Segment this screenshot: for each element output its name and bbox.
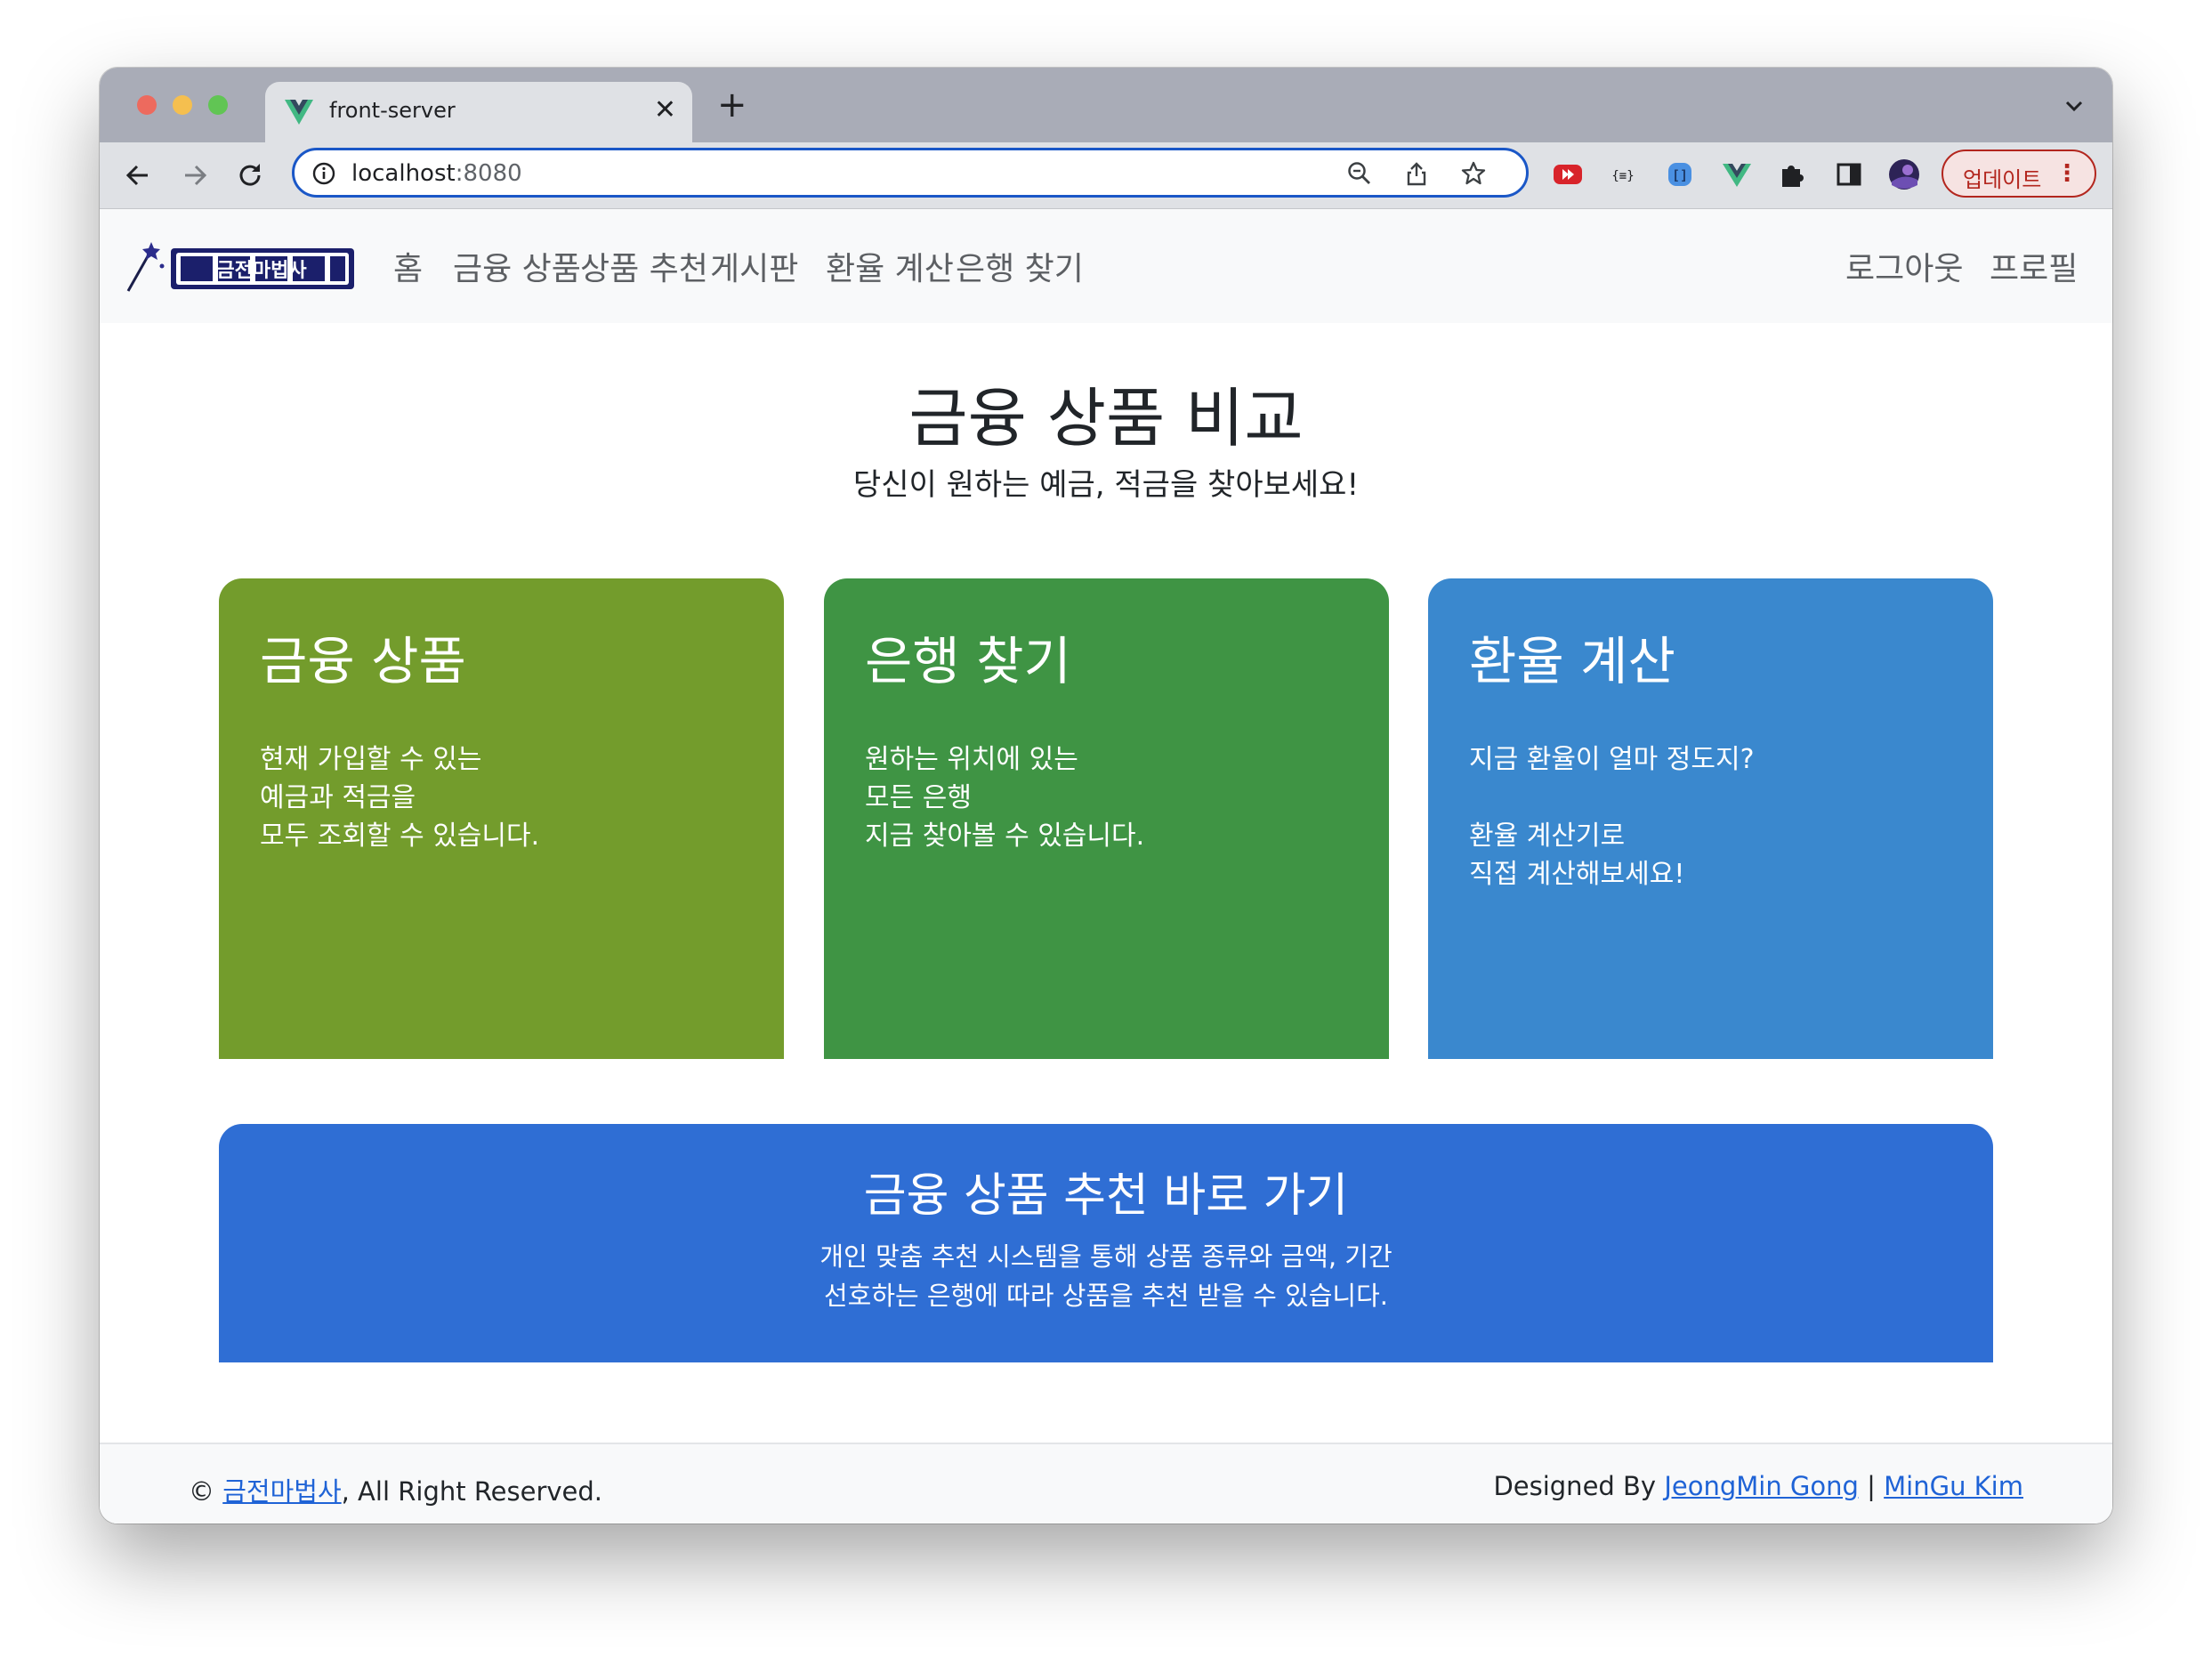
more-menu-icon: ⋮ bbox=[2055, 160, 2079, 187]
nav-board[interactable]: 게시판 bbox=[710, 243, 798, 289]
card-text-line: 직접 계산해보세요! bbox=[1469, 859, 1685, 890]
card-text-line: 지금 찾아볼 수 있습니다. bbox=[865, 820, 1145, 852]
vue-logo-icon bbox=[285, 100, 313, 125]
nav-financial-products[interactable]: 금융 상품 bbox=[453, 243, 581, 289]
reload-icon[interactable] bbox=[233, 158, 267, 192]
zoom-window-button[interactable] bbox=[208, 95, 228, 115]
card-title: 금융 상품 bbox=[260, 631, 466, 691]
tab-strip: front-server ✕ + bbox=[100, 68, 2112, 142]
back-icon[interactable] bbox=[121, 158, 155, 192]
profile-avatar[interactable] bbox=[1888, 158, 1920, 190]
close-window-button[interactable] bbox=[137, 95, 157, 115]
banner-text-line: 선호하는 은행에 따라 상품을 추천 받을 수 있습니다. bbox=[823, 1281, 1389, 1311]
nav-logout[interactable]: 로그아웃 bbox=[1845, 243, 1963, 289]
browser-tab[interactable]: front-server ✕ bbox=[265, 82, 692, 142]
card-text-line: 예금과 적금을 bbox=[260, 782, 416, 813]
nav-product-recommendation[interactable]: 상품 추천 bbox=[580, 243, 708, 289]
info-icon[interactable] bbox=[312, 162, 335, 185]
web-page: 금전마법사 홈 금융 상품 상품 추천 게시판 환율 계산 은행 찾기 로그아웃… bbox=[100, 209, 2112, 1524]
browser-toolbar: localhost:8080 {≡} [] 업데이트 ⋮ bbox=[100, 142, 2112, 209]
footer-credits: Designed By JeongMin Gong | MinGu Kim bbox=[1493, 1471, 2023, 1501]
url-port: :8080 bbox=[455, 160, 522, 187]
youtube-extension-icon[interactable] bbox=[1552, 158, 1584, 190]
card-find-bank[interactable]: 은행 찾기 원하는 위치에 있는 모든 은행 지금 찾아볼 수 있습니다. bbox=[824, 578, 1389, 1059]
page-subtitle: 당신이 원하는 예금, 적금을 찾아보세요! bbox=[852, 467, 1360, 503]
minimize-window-button[interactable] bbox=[173, 95, 192, 115]
tab-title: front-server bbox=[329, 98, 456, 123]
vue-devtools-extension-icon[interactable] bbox=[1721, 158, 1753, 190]
site-navbar: 금전마법사 홈 금융 상품 상품 추천 게시판 환율 계산 은행 찾기 로그아웃… bbox=[100, 209, 2112, 323]
banner-text-line: 개인 맞춤 추천 시스템을 통해 상품 종류와 금액, 기간 bbox=[819, 1241, 1393, 1272]
page-title: 금융 상품 비교 bbox=[908, 381, 1304, 456]
svg-text:금전마법사: 금전마법사 bbox=[216, 260, 307, 282]
browser-window: front-server ✕ + localhost:8080 {≡} [] 업… bbox=[100, 68, 2112, 1524]
extensions-icon[interactable] bbox=[1776, 158, 1808, 190]
card-financial-products[interactable]: 금융 상품 현재 가입할 수 있는 예금과 적금을 모두 조회할 수 있습니다. bbox=[219, 578, 784, 1059]
card-title: 은행 찾기 bbox=[865, 631, 1071, 691]
card-text-line: 원하는 위치에 있는 bbox=[865, 744, 1078, 775]
nav-find-bank[interactable]: 은행 찾기 bbox=[956, 243, 1084, 289]
nav-home[interactable]: 홈 bbox=[393, 243, 423, 289]
bracket-extension-icon[interactable]: [] bbox=[1664, 158, 1696, 190]
card-text-line: 현재 가입할 수 있는 bbox=[260, 744, 482, 775]
nav-exchange-calculator[interactable]: 환율 계산 bbox=[826, 243, 954, 289]
card-text-line bbox=[1469, 779, 1952, 817]
tab-close-icon[interactable]: ✕ bbox=[654, 93, 676, 128]
card-text-line: 모든 은행 bbox=[865, 782, 972, 813]
nav-profile[interactable]: 프로필 bbox=[1990, 243, 2078, 289]
svg-text:{≡}: {≡} bbox=[1611, 169, 1634, 183]
copyright-symbol: © bbox=[189, 1476, 214, 1507]
recommendation-banner[interactable]: 금융 상품 추천 바로 가기 개인 맞춤 추천 시스템을 통해 상품 종류와 금… bbox=[219, 1124, 1993, 1362]
card-exchange-calculator[interactable]: 환율 계산 지금 환율이 얼마 정도지? 환율 계산기로 직접 계산해보세요! bbox=[1428, 578, 1993, 1059]
site-logo[interactable]: 금전마법사 bbox=[125, 239, 356, 295]
update-button[interactable]: 업데이트 ⋮ bbox=[1942, 150, 2096, 198]
footer-brand-link[interactable]: 금전마법사 bbox=[222, 1476, 341, 1507]
zoom-out-icon[interactable] bbox=[1346, 160, 1373, 187]
author-link-mingu[interactable]: MinGu Kim bbox=[1884, 1471, 2023, 1501]
url-host: localhost bbox=[351, 160, 456, 187]
author-link-jeongmin[interactable]: JeongMin Gong bbox=[1664, 1471, 1859, 1501]
tab-search-chevron-icon[interactable] bbox=[2063, 94, 2086, 117]
bookmark-star-icon[interactable] bbox=[1460, 160, 1487, 187]
author-separator: | bbox=[1867, 1471, 1876, 1501]
address-bar[interactable]: localhost:8080 bbox=[292, 148, 1529, 198]
footer-rights-text: , All Right Reserved. bbox=[341, 1476, 603, 1507]
url-text: localhost:8080 bbox=[351, 160, 522, 187]
designed-by-text: Designed By bbox=[1493, 1471, 1657, 1501]
card-text-line: 환율 계산기로 bbox=[1469, 820, 1626, 852]
json-viewer-extension-icon[interactable]: {≡} bbox=[1607, 158, 1639, 190]
side-panel-icon[interactable] bbox=[1833, 158, 1865, 190]
update-label: 업데이트 bbox=[1963, 167, 2042, 192]
card-text-line: 지금 환율이 얼마 정도지? bbox=[1469, 744, 1755, 775]
card-title: 환율 계산 bbox=[1469, 631, 1675, 691]
card-text-line: 모두 조회할 수 있습니다. bbox=[260, 820, 540, 852]
svg-text:[]: [] bbox=[1672, 167, 1688, 183]
site-footer: © 금전마법사, All Right Reserved. Designed By… bbox=[100, 1443, 2112, 1524]
new-tab-button[interactable]: + bbox=[717, 87, 747, 123]
forward-icon[interactable] bbox=[178, 158, 212, 192]
footer-copyright: © 금전마법사, All Right Reserved. bbox=[189, 1471, 602, 1508]
banner-title: 금융 상품 추천 바로 가기 bbox=[863, 1169, 1349, 1223]
share-icon[interactable] bbox=[1403, 160, 1430, 187]
